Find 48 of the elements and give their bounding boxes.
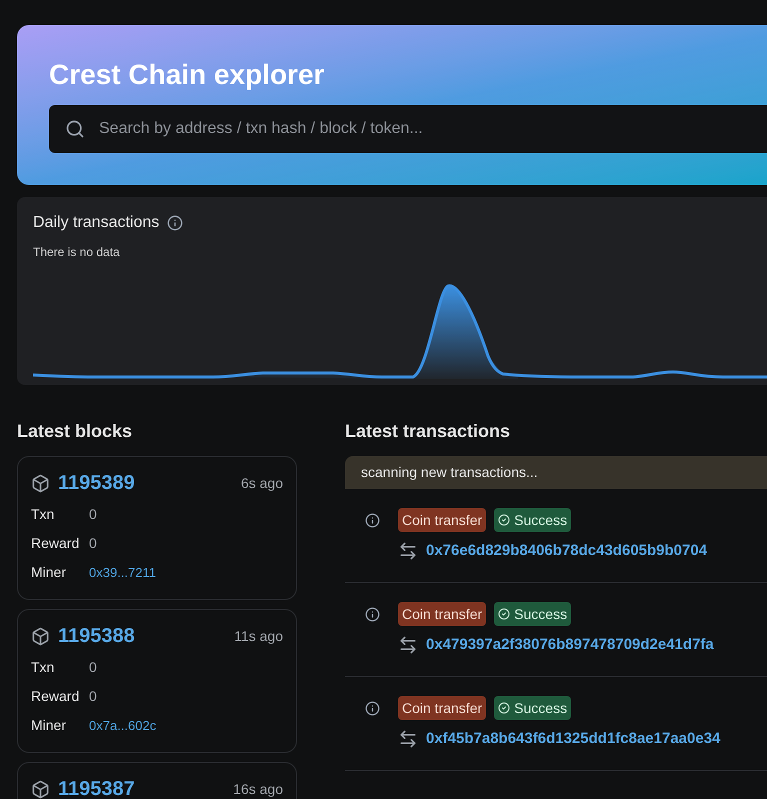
info-icon[interactable] bbox=[167, 215, 184, 231]
miner-link[interactable]: 0x7a...602c bbox=[89, 716, 156, 735]
section-title: Latest transactions bbox=[345, 420, 512, 443]
cube-icon bbox=[31, 626, 50, 646]
info-icon[interactable] bbox=[365, 701, 380, 716]
transaction-hash[interactable]: 0x479397a2f38076b897478709d2e41d7fa bbox=[426, 634, 714, 656]
check-icon bbox=[498, 702, 510, 714]
transfer-icon bbox=[398, 635, 418, 656]
status-tag: Success bbox=[494, 508, 572, 532]
status-tag: Success bbox=[494, 602, 572, 626]
field-value: 0 bbox=[89, 505, 97, 524]
check-icon bbox=[498, 514, 510, 526]
search-icon bbox=[65, 119, 85, 139]
section-title: Latest blocks bbox=[17, 420, 134, 443]
field-value: 0 bbox=[89, 658, 97, 677]
info-icon[interactable] bbox=[365, 607, 380, 622]
field-label: Miner bbox=[31, 563, 68, 582]
type-tag: Coin transfer bbox=[398, 602, 486, 626]
transaction-hash[interactable]: 0xf45b7a8b643f6d1325dd1fc8ae17aa0e34 bbox=[426, 728, 720, 750]
block-age: 11s ago bbox=[234, 627, 283, 646]
cube-icon bbox=[31, 474, 50, 492]
field-label: Txn bbox=[31, 658, 56, 677]
field-label: Miner bbox=[31, 716, 68, 735]
info-icon[interactable] bbox=[365, 513, 380, 528]
search-field[interactable]: Search by address / txn hash / block / token... bbox=[49, 105, 767, 153]
status-tag: Success bbox=[494, 696, 572, 720]
field-value: 0 bbox=[89, 534, 97, 553]
field-label: Txn bbox=[31, 505, 56, 524]
site-title: Crest Chain explorer bbox=[49, 58, 326, 92]
block-number[interactable]: 1195387 bbox=[58, 777, 135, 799]
field-label: Reward bbox=[31, 687, 80, 706]
miner-link[interactable]: 0x39...7211 bbox=[89, 563, 156, 582]
block-age: 16s ago bbox=[233, 780, 283, 799]
type-tag: Coin transfer bbox=[398, 508, 486, 532]
check-icon bbox=[498, 608, 510, 620]
chart-title: Daily transactions bbox=[33, 213, 160, 233]
block-number[interactable]: 1195389 bbox=[58, 471, 135, 495]
transfer-icon bbox=[398, 729, 418, 750]
no-data-message: There is no data bbox=[33, 244, 121, 261]
block-age: 6s ago bbox=[240, 474, 283, 493]
type-tag: Coin transfer bbox=[398, 696, 486, 720]
scanning-banner: scanning new transactions... bbox=[345, 456, 767, 489]
field-value: 0 bbox=[89, 687, 97, 706]
transfer-icon bbox=[398, 541, 418, 562]
block-number[interactable]: 1195388 bbox=[58, 624, 135, 648]
cube-icon bbox=[31, 780, 50, 798]
transaction-hash[interactable]: 0x76e6d829b8406b78dc43d605b9b0704 bbox=[426, 540, 708, 562]
field-label: Reward bbox=[31, 534, 80, 553]
